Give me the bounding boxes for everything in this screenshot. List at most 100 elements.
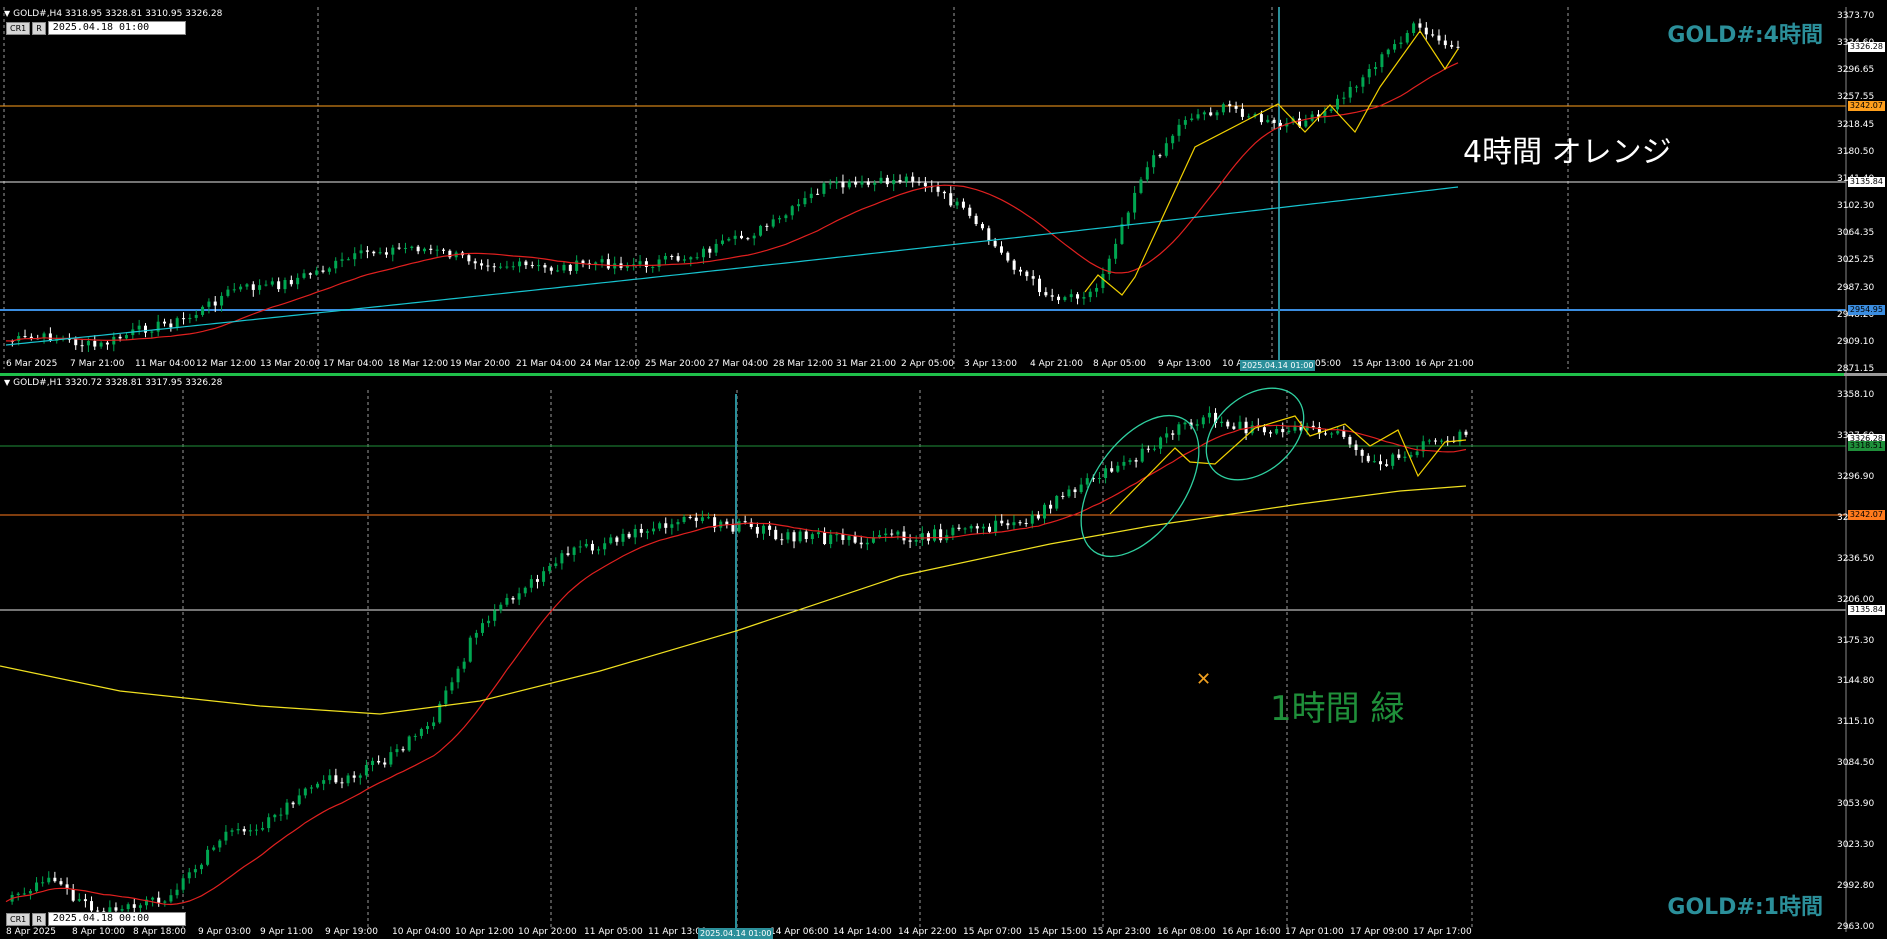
candle-body xyxy=(860,181,864,185)
candle-body xyxy=(297,795,301,805)
candle-body xyxy=(1085,478,1089,485)
candle-body xyxy=(47,877,51,883)
candle-body xyxy=(701,248,705,258)
candle-body xyxy=(1220,421,1224,424)
candle-body xyxy=(835,534,839,536)
candle-body xyxy=(80,345,84,347)
candle-body xyxy=(902,531,906,541)
candle-body xyxy=(1440,440,1444,442)
dropdown-triangle-icon[interactable]: ▼ xyxy=(4,9,10,18)
candle-body xyxy=(1391,454,1395,466)
time-label: 25 Mar 20:00 xyxy=(645,359,706,369)
candle-body xyxy=(981,526,985,529)
candle-body xyxy=(549,267,553,271)
candle-body xyxy=(1140,448,1144,462)
candle-body xyxy=(371,760,375,766)
candle-body xyxy=(780,539,784,541)
candle-body xyxy=(1247,116,1251,118)
candle-body xyxy=(1304,120,1308,127)
candle-body xyxy=(600,259,604,263)
candle-body xyxy=(1374,67,1378,69)
h4-chart-pane[interactable]: ▼ GOLD#,H4 3318.95 3328.81 3310.95 3326.2… xyxy=(0,7,1887,373)
price-label: 3053.90 xyxy=(1837,799,1875,810)
candle-body xyxy=(397,247,401,249)
time-label: 8 Apr 2025 xyxy=(6,927,56,937)
cr1-button[interactable]: CR1 xyxy=(6,912,31,926)
candle-body xyxy=(771,219,775,227)
candle-body xyxy=(829,534,833,545)
h4-watermark: GOLD#:4時間 xyxy=(1667,23,1823,48)
candle-body xyxy=(340,782,344,784)
candle-body xyxy=(28,891,32,894)
candle-body xyxy=(1232,426,1236,429)
candle-body xyxy=(1036,514,1040,519)
time-label: 17 Apr 09:00 xyxy=(1350,927,1409,937)
ma-fast-line xyxy=(5,62,1459,342)
candle-body xyxy=(169,895,173,902)
price-label: 3296.90 xyxy=(1837,471,1875,482)
candle-body xyxy=(657,259,661,267)
candle-body xyxy=(1012,260,1016,270)
candle-body xyxy=(1234,105,1238,109)
candle-body xyxy=(236,829,240,831)
h1-date-input[interactable]: 2025.04.18 00:00 xyxy=(47,912,186,926)
candle-body xyxy=(132,904,136,908)
candle-body xyxy=(59,881,63,885)
candle-body xyxy=(493,610,497,621)
candle-body xyxy=(1244,421,1248,434)
candle-body xyxy=(395,749,399,753)
candle-body xyxy=(407,736,411,751)
candle-body xyxy=(1221,104,1225,113)
cr1-button[interactable]: CR1 xyxy=(6,21,31,35)
candle-body xyxy=(689,257,693,260)
candle-body xyxy=(933,529,937,541)
candle-body xyxy=(258,285,262,290)
candle-body xyxy=(786,532,790,540)
price-label: 3102.30 xyxy=(1837,201,1875,212)
candle-body xyxy=(194,314,198,318)
candle-body xyxy=(226,289,230,296)
candle-body xyxy=(169,323,173,328)
candle-body xyxy=(1336,431,1340,434)
h4-annotation-text: 4時間 オレンジ xyxy=(1463,135,1672,170)
candle-body xyxy=(289,280,293,285)
time-label: 05:00 xyxy=(1315,359,1341,369)
candle-body xyxy=(1057,296,1061,301)
candle-body xyxy=(1183,422,1187,425)
h4-date-input[interactable]: 2025.04.18 01:00 xyxy=(47,21,186,35)
candle-body xyxy=(682,516,686,523)
candle-body xyxy=(1076,294,1080,299)
zigzag-line xyxy=(1109,415,1467,515)
dropdown-triangle-icon[interactable]: ▼ xyxy=(4,378,10,387)
h1-chart-canvas[interactable]: ✕ xyxy=(0,376,1887,939)
time-label: 2 Apr 05:00 xyxy=(901,359,954,369)
candle-body xyxy=(1372,461,1376,463)
candle-body xyxy=(1079,484,1083,493)
r-button[interactable]: R xyxy=(32,912,46,926)
candle-body xyxy=(917,181,921,183)
candle-body xyxy=(1215,112,1219,116)
h1-chart-pane[interactable]: ✕ ▼ GOLD#,H1 3320.72 3328.81 3317.95 3326… xyxy=(0,376,1887,939)
candle-body xyxy=(1104,468,1108,478)
white-level-tag: 3135.84 xyxy=(1847,605,1885,615)
candle-body xyxy=(866,181,870,185)
candle-body xyxy=(670,255,674,257)
candle-body xyxy=(383,762,387,765)
candle-body xyxy=(1164,143,1168,156)
candle-body xyxy=(904,176,908,182)
time-label: 6 Mar 2025 xyxy=(6,359,58,369)
time-label: 11 Mar 04:00 xyxy=(135,359,196,369)
candle-body xyxy=(1158,155,1162,157)
candle-body xyxy=(961,201,965,208)
candle-body xyxy=(566,553,570,555)
r-button[interactable]: R xyxy=(32,21,46,35)
candle-body xyxy=(372,251,376,254)
candle-body xyxy=(1202,112,1206,115)
candle-body xyxy=(778,218,782,220)
candle-body xyxy=(1165,433,1169,438)
candle-body xyxy=(157,897,161,903)
h4-chart-canvas[interactable] xyxy=(0,7,1887,373)
candle-body xyxy=(1038,278,1042,293)
candle-body xyxy=(487,620,491,624)
h1-toolbar: CR1 R 2025.04.18 00:00 xyxy=(6,912,186,926)
